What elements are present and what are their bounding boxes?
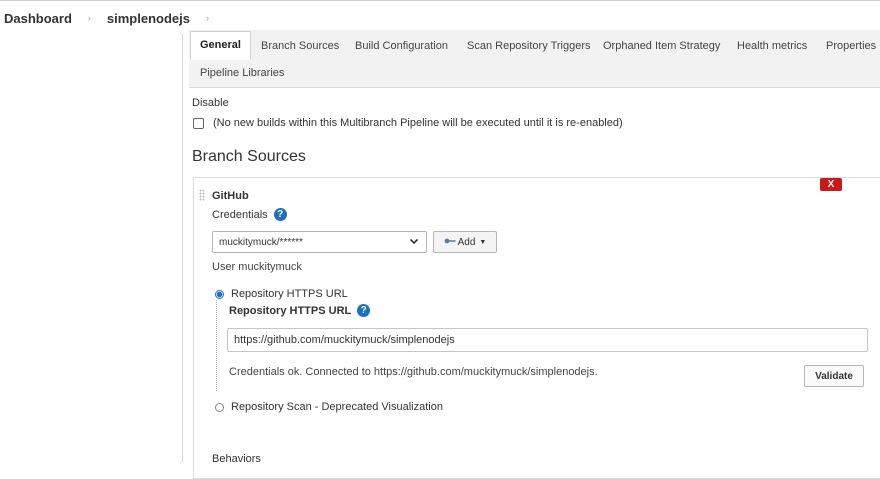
tab-build-configuration[interactable]: Build Configuration (355, 40, 448, 52)
chevron-right-icon: › (87, 13, 91, 23)
radio-https-url[interactable] (215, 289, 224, 299)
tab-orphaned-item-strategy[interactable]: Orphaned Item Strategy (603, 40, 720, 52)
tab-pipeline-libraries[interactable]: Pipeline Libraries (200, 67, 284, 79)
nested-section-indicator (216, 300, 217, 391)
help-icon[interactable]: ? (273, 208, 287, 221)
drag-handle-icon[interactable] (199, 189, 205, 201)
key-icon (444, 237, 456, 247)
radio-row-scan: Repository Scan - Deprecated Visualizati… (215, 401, 443, 413)
repository-url-label-text: Repository HTTPS URL (229, 304, 352, 317)
disable-label: Disable (192, 97, 229, 109)
tab-health-metrics[interactable]: Health metrics (737, 40, 807, 52)
tab-branch-sources[interactable]: Branch Sources (261, 40, 339, 52)
config-tab-bar: General Branch Sources Build Configurati… (189, 30, 880, 88)
help-icon[interactable]: ? (357, 304, 371, 317)
chevron-down-icon (409, 236, 419, 248)
radio-repository-scan[interactable] (215, 402, 224, 412)
add-credentials-label: Add (457, 236, 476, 248)
caret-down-icon: ▼ (479, 238, 487, 246)
breadcrumb-simplenodejs[interactable]: simplenodejs (103, 11, 190, 26)
section-heading-branch-sources: Branch Sources (192, 148, 306, 165)
behaviors-label: Behaviors (212, 453, 261, 465)
tab-general[interactable]: General (190, 31, 251, 60)
breadcrumb-dashboard[interactable]: Dashboard (0, 11, 72, 26)
credentials-select-value: muckitymuck/****** (219, 236, 303, 248)
add-credentials-button[interactable]: Add ▼ (433, 231, 497, 253)
validate-button[interactable]: Validate (804, 365, 864, 387)
radio-repository-scan-label: Repository Scan - Deprecated Visualizati… (231, 401, 443, 413)
disable-checkbox-text: (No new builds within this Multibranch P… (213, 117, 623, 129)
credentials-user-text: User muckitymuck (212, 261, 302, 273)
credentials-label: Credentials ? (212, 208, 287, 221)
credentials-label-text: Credentials (212, 208, 268, 221)
tab-scan-repository-triggers[interactable]: Scan Repository Triggers (467, 40, 591, 52)
credentials-select[interactable]: muckitymuck/****** (212, 231, 427, 253)
disable-row: (No new builds within this Multibranch P… (193, 117, 623, 129)
delete-source-button[interactable]: X (820, 178, 842, 191)
repository-url-label: Repository HTTPS URL ? (229, 304, 371, 317)
sidebar-divider (182, 34, 183, 462)
credentials-status-text: Credentials ok. Connected to https://git… (229, 366, 598, 378)
disable-checkbox[interactable] (193, 117, 204, 129)
radio-https-url-label: Repository HTTPS URL (231, 288, 348, 300)
radio-row-https: Repository HTTPS URL (215, 288, 348, 300)
repository-url-input[interactable]: https://github.com/muckitymuck/simplenod… (227, 328, 868, 352)
repository-url-value: https://github.com/muckitymuck/simplenod… (234, 334, 455, 346)
tab-properties[interactable]: Properties (826, 40, 876, 52)
source-title: GitHub (212, 190, 249, 202)
chevron-right-icon[interactable]: › (190, 13, 221, 23)
